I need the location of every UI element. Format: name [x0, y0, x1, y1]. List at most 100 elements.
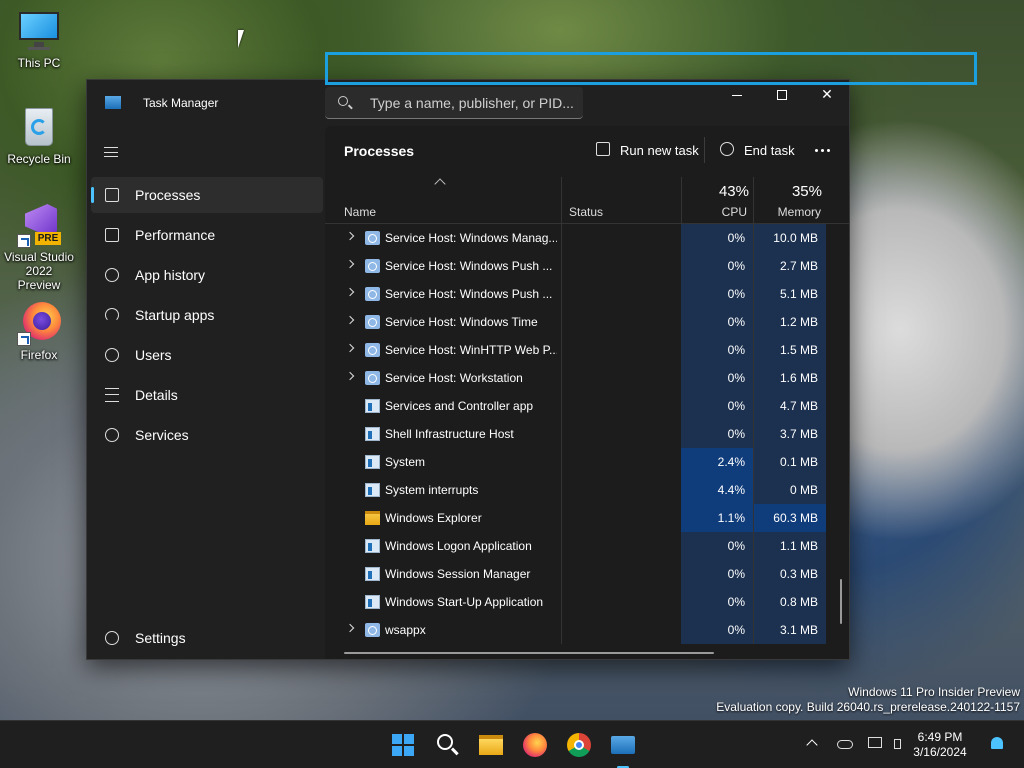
process-cpu: 2.4%: [681, 448, 753, 476]
table-row[interactable]: Windows Session Manager 0% 0.3 MB: [325, 560, 849, 588]
speaker-muted-icon: [894, 739, 901, 749]
clock-time: 6:49 PM: [917, 730, 963, 744]
process-name: Windows Session Manager: [385, 567, 531, 581]
sidebar-item-performance[interactable]: Performance: [91, 217, 323, 253]
table-row[interactable]: Shell Infrastructure Host 0% 3.7 MB: [325, 420, 849, 448]
details-icon: [105, 388, 119, 402]
desktop-icon-label-line2: 2022 Preview: [17, 264, 61, 292]
start-button[interactable]: [388, 730, 418, 760]
memory-total: 35%: [791, 183, 822, 200]
system-clock[interactable]: 6:49 PM 3/16/2024: [910, 730, 970, 760]
column-header-name[interactable]: Name: [344, 205, 376, 219]
process-memory: 10.0 MB: [754, 224, 826, 252]
process-app-icon: [365, 455, 380, 469]
task-manager-icon: [611, 736, 635, 754]
watermark-line1: Windows 11 Pro Insider Preview: [848, 685, 1020, 699]
table-row[interactable]: Service Host: Windows Time 0% 1.2 MB: [325, 308, 849, 336]
network-icon: [868, 737, 882, 748]
firefox-taskbar-button[interactable]: [520, 730, 550, 760]
process-memory: 0.3 MB: [754, 560, 826, 588]
column-header-cpu[interactable]: CPU: [681, 205, 747, 219]
sidebar-item-startup-apps[interactable]: Startup apps: [91, 297, 323, 333]
task-manager-taskbar-button[interactable]: [608, 730, 638, 768]
evaluation-watermark: Windows 11 Pro Insider Preview Evaluatio…: [716, 685, 1020, 715]
network-tray-button[interactable]: [867, 735, 885, 753]
desktop-icon-firefox[interactable]: Firefox: [4, 302, 74, 362]
process-cpu: 0%: [681, 560, 753, 588]
sort-ascending-icon[interactable]: [434, 178, 446, 190]
onedrive-tray-button[interactable]: [836, 735, 854, 753]
process-name: Windows Start-Up Application: [385, 595, 544, 609]
vertical-scrollbar[interactable]: [840, 579, 842, 624]
users-icon: [105, 348, 119, 362]
process-memory: 60.3 MB: [754, 504, 826, 532]
process-app-icon: [365, 539, 380, 553]
table-row[interactable]: Service Host: Windows Push ... 0% 5.1 MB: [325, 280, 849, 308]
end-task-button[interactable]: End task: [720, 136, 800, 164]
sidebar-item-users[interactable]: Users: [91, 337, 323, 373]
table-row[interactable]: wsappx 0% 3.1 MB: [325, 616, 849, 644]
show-hidden-icons-button[interactable]: [804, 735, 822, 753]
table-row[interactable]: System interrupts 4.4% 0 MB: [325, 476, 849, 504]
column-header-memory[interactable]: Memory: [754, 205, 821, 219]
table-row[interactable]: Service Host: WinHTTP Web P... 0% 1.5 MB: [325, 336, 849, 364]
process-memory: 1.1 MB: [754, 532, 826, 560]
process-memory: 0 MB: [754, 476, 826, 504]
chevron-right-icon[interactable]: [345, 231, 355, 241]
volume-tray-button[interactable]: [893, 735, 911, 753]
horizontal-scrollbar[interactable]: [344, 652, 714, 654]
run-new-task-button[interactable]: Run new task: [596, 136, 699, 164]
chevron-right-icon[interactable]: [345, 371, 355, 381]
search-input[interactable]: [370, 93, 575, 113]
sidebar-item-services[interactable]: Services: [91, 417, 323, 453]
chrome-taskbar-button[interactable]: [564, 730, 594, 760]
startup-icon: [105, 308, 119, 322]
desktop-icon-recycle-bin[interactable]: Recycle Bin: [4, 106, 74, 166]
process-memory: 3.7 MB: [754, 420, 826, 448]
sidebar-item-settings[interactable]: Settings: [91, 620, 323, 656]
title-bar[interactable]: Task Manager ✕: [87, 80, 849, 126]
process-memory: 2.7 MB: [754, 252, 826, 280]
table-row[interactable]: System 2.4% 0.1 MB: [325, 448, 849, 476]
close-icon: ✕: [821, 86, 833, 102]
process-gear-icon: [365, 231, 380, 245]
table-row[interactable]: Service Host: Windows Push ... 0% 2.7 MB: [325, 252, 849, 280]
table-row[interactable]: Services and Controller app 0% 4.7 MB: [325, 392, 849, 420]
file-explorer-button[interactable]: [476, 730, 506, 760]
process-cpu: 0%: [681, 364, 753, 392]
chevron-right-icon[interactable]: [345, 343, 355, 353]
sidebar-item-app-history[interactable]: App history: [91, 257, 323, 293]
taskbar-search-button[interactable]: [432, 730, 462, 760]
process-gear-icon: [365, 315, 380, 329]
chevron-right-icon[interactable]: [345, 287, 355, 297]
sidebar-item-processes[interactable]: Processes: [91, 177, 323, 213]
hamburger-menu-icon[interactable]: [104, 147, 118, 157]
chevron-right-icon[interactable]: [345, 315, 355, 325]
process-memory: 0.1 MB: [754, 448, 826, 476]
table-row[interactable]: Service Host: Workstation 0% 1.6 MB: [325, 364, 849, 392]
more-options-button[interactable]: [813, 138, 833, 162]
table-row[interactable]: Windows Logon Application 0% 1.1 MB: [325, 532, 849, 560]
desktop-icon-this-pc[interactable]: This PC: [4, 10, 74, 70]
more-dot: [827, 149, 830, 152]
sidebar-item-label: Processes: [135, 187, 201, 203]
chevron-right-icon[interactable]: [345, 259, 355, 269]
page-title: Processes: [344, 143, 415, 159]
sidebar-item-label: Details: [135, 387, 178, 403]
process-memory: 1.5 MB: [754, 336, 826, 364]
processes-icon: [105, 188, 119, 202]
mouse-cursor-icon: [238, 30, 244, 48]
table-row[interactable]: Windows Start-Up Application 0% 0.8 MB: [325, 588, 849, 616]
process-name: Service Host: WinHTTP Web P...: [385, 343, 557, 357]
desktop-icon-label: Visual Studio 2022 Preview: [4, 250, 74, 292]
chevron-right-icon[interactable]: [345, 623, 355, 633]
column-header-status[interactable]: Status: [569, 205, 603, 219]
desktop-icon-visual-studio[interactable]: PRE Visual Studio 2022 Preview: [4, 204, 74, 292]
search-box[interactable]: [325, 87, 583, 119]
sidebar-item-details[interactable]: Details: [91, 377, 323, 413]
process-name: System interrupts: [385, 483, 479, 497]
table-row[interactable]: Service Host: Windows Manag... 0% 10.0 MB: [325, 224, 849, 252]
table-row[interactable]: Windows Explorer 1.1% 60.3 MB: [325, 504, 849, 532]
watermark-line2: Evaluation copy. Build 26040.rs_prerelea…: [716, 700, 1020, 714]
notifications-button[interactable]: [988, 735, 1006, 753]
